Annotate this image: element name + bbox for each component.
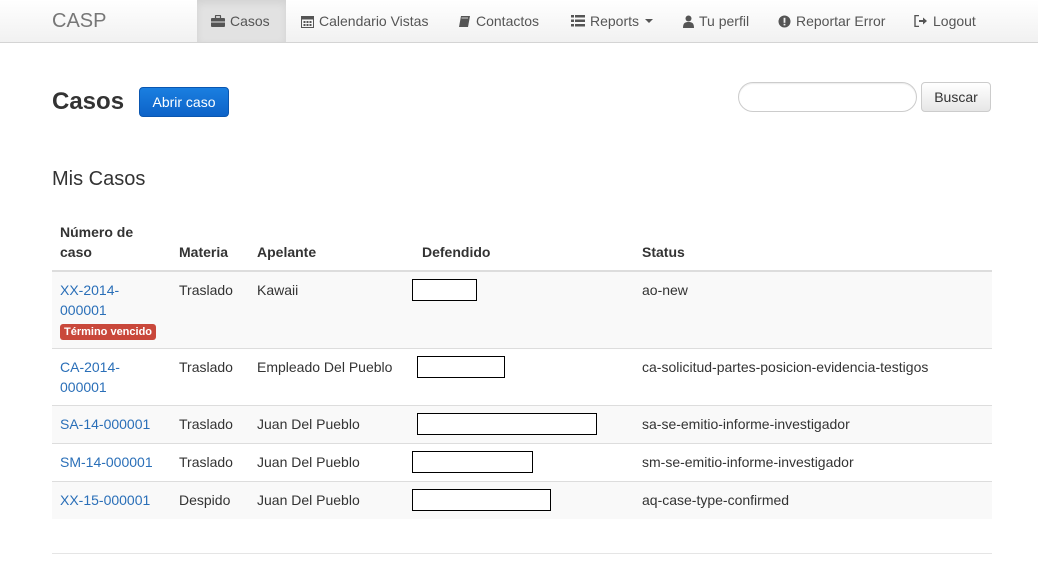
defendido-cell <box>414 348 634 406</box>
nav-item-casos[interactable]: Casos <box>197 0 286 42</box>
column-header-apelante: Apelante <box>249 214 414 272</box>
book-icon <box>459 15 470 27</box>
defendido-cell <box>412 481 634 519</box>
apelante-cell: Kawaii <box>249 270 414 349</box>
nav-item-label: Contactos <box>476 13 540 29</box>
user-icon <box>683 15 694 28</box>
table-header-row: Número de caso Materia Apelante Defendid… <box>52 214 992 272</box>
case-number-cell: CA-2014- 000001 <box>52 348 171 406</box>
materia-cell: Traslado <box>171 405 249 444</box>
case-number-link[interactable]: SM-14-000001 <box>60 454 153 470</box>
apelante-cell: Juan Del Pueblo <box>249 405 414 444</box>
footer-divider <box>52 553 992 554</box>
materia-cell: Despido <box>171 481 249 519</box>
case-number-cell: SA-14-000001 <box>52 405 171 444</box>
status-cell: ao-new <box>634 270 992 349</box>
materia-cell: Traslado <box>171 270 249 349</box>
table-row: XX-2014- 000001 Término vencido Traslado … <box>52 270 992 349</box>
case-number-cell: SM-14-000001 <box>52 443 171 482</box>
case-number-link[interactable]: CA-2014- 000001 <box>60 359 120 395</box>
nav-item-logout[interactable]: Logout <box>914 0 976 42</box>
defendido-cell <box>412 443 634 482</box>
open-case-button[interactable]: Abrir caso <box>139 87 229 117</box>
column-header-case-number: Número de caso <box>52 214 171 272</box>
search-button[interactable]: Buscar <box>921 82 991 112</box>
nav-item-label: Tu perfil <box>699 13 750 29</box>
case-number-link[interactable]: XX-15-000001 <box>60 492 150 508</box>
status-cell: sa-se-emitio-informe-investigador <box>634 405 992 444</box>
materia-cell: Traslado <box>171 348 249 406</box>
list-icon <box>571 15 585 27</box>
case-number-link[interactable]: XX-2014- 000001 <box>60 282 119 318</box>
nav-item-contactos[interactable]: Contactos <box>458 0 539 42</box>
page-title: Casos <box>52 88 125 115</box>
nav-item-label: Casos <box>230 13 270 29</box>
status-cell: aq-case-type-confirmed <box>634 481 992 519</box>
cases-table: Número de caso Materia Apelante Defendid… <box>52 214 992 519</box>
status-cell: sm-se-emitio-informe-investigador <box>634 443 992 482</box>
section-title-my-cases: Mis Casos <box>52 168 146 190</box>
table-row: XX-15-000001 Despido Juan Del Pueblo aq-… <box>52 481 992 519</box>
case-number-cell: XX-2014- 000001 Término vencido <box>52 270 171 349</box>
logout-icon <box>914 15 927 27</box>
briefcase-icon <box>211 15 225 27</box>
redacted-box <box>417 356 505 378</box>
table-row: SA-14-000001 Traslado Juan Del Pueblo sa… <box>52 405 992 444</box>
case-number-link[interactable]: SA-14-000001 <box>60 416 150 432</box>
nav-item-label: Reports <box>590 13 640 29</box>
exclamation-circle-icon <box>778 15 791 27</box>
search-input[interactable] <box>738 82 917 112</box>
status-cell: ca-solicitud-partes-posicion-evidencia-t… <box>634 348 992 406</box>
table-row: CA-2014- 000001 Traslado Empleado Del Pue… <box>52 348 992 406</box>
nav-item-label: Calendario Vistas <box>319 13 429 29</box>
nav-item-reportar-error[interactable]: Reportar Error <box>778 0 885 42</box>
case-number-cell: XX-15-000001 <box>52 481 171 519</box>
column-header-defendido: Defendido <box>414 214 634 272</box>
column-header-materia: Materia <box>171 214 249 272</box>
chevron-down-icon <box>645 19 654 23</box>
table-row: SM-14-000001 Traslado Juan Del Pueblo sm… <box>52 443 992 482</box>
navbar: CASP Casos Calendario Vistas Contactos R… <box>0 0 1038 43</box>
redacted-box <box>417 413 597 435</box>
apelante-cell: Empleado Del Pueblo <box>249 348 414 406</box>
materia-cell: Traslado <box>171 443 249 482</box>
redacted-box <box>412 279 477 301</box>
apelante-cell: Juan Del Pueblo <box>249 443 414 482</box>
overdue-badge: Término vencido <box>60 324 157 340</box>
nav-item-reports[interactable]: Reports <box>571 0 654 42</box>
nav-item-label: Logout <box>933 13 976 29</box>
defendido-cell <box>412 270 634 349</box>
nav-item-tu-perfil[interactable]: Tu perfil <box>683 0 749 42</box>
column-header-status: Status <box>634 214 992 272</box>
brand-logo-text[interactable]: CASP <box>52 10 106 32</box>
calendar-icon <box>301 15 314 28</box>
redacted-box <box>412 451 533 473</box>
redacted-box <box>412 489 551 511</box>
apelante-cell: Juan Del Pueblo <box>249 481 414 519</box>
nav-item-label: Reportar Error <box>796 13 886 29</box>
nav-item-calendario-vistas[interactable]: Calendario Vistas <box>301 0 428 42</box>
defendido-cell <box>414 405 634 444</box>
